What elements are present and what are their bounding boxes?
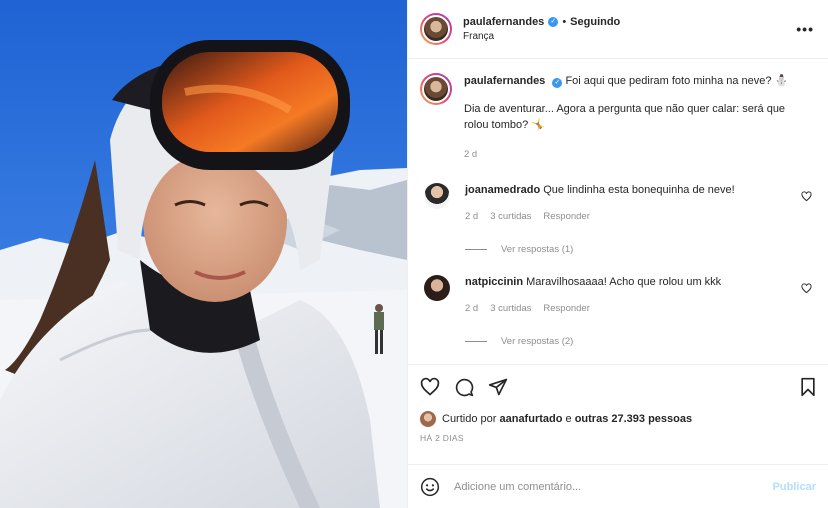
- liker-avatar[interactable]: [420, 411, 436, 427]
- view-replies-button[interactable]: Ver respostas (2): [465, 334, 812, 349]
- comments-list[interactable]: paulafernandes ✓ Foi aqui que pediram fo…: [408, 59, 828, 364]
- add-comment-bar: Publicar: [408, 464, 828, 508]
- likes-summary[interactable]: Curtido por aanafurtado e outras 27.393 …: [420, 411, 818, 427]
- liker-username[interactable]: aanafurtado: [499, 413, 562, 425]
- comment-like-heart-icon[interactable]: [801, 191, 812, 202]
- caption: paulafernandes ✓ Foi aqui que pediram fo…: [420, 73, 812, 163]
- posted-ago: HÁ 2 DIAS: [420, 433, 464, 443]
- comment-username[interactable]: joanamedrado: [465, 184, 540, 196]
- view-replies-label[interactable]: Ver respostas (1): [501, 242, 573, 257]
- commenter-avatar[interactable]: [424, 275, 450, 301]
- view-replies-button[interactable]: Ver respostas (1): [465, 242, 812, 257]
- view-replies-label[interactable]: Ver respostas (2): [501, 334, 573, 349]
- comment-time: 2 d: [465, 211, 479, 222]
- comment-bubble-icon[interactable]: [454, 377, 474, 397]
- post-header: paulafernandes ✓ • Seguindo França •••: [408, 0, 828, 59]
- comment-likes[interactable]: 3 curtidas: [490, 209, 531, 224]
- post-viewer: paulafernandes ✓ • Seguindo França ••• p…: [0, 0, 828, 508]
- post-location[interactable]: França: [463, 31, 796, 42]
- comment-username[interactable]: natpiccinin: [465, 276, 523, 288]
- caption-text-line2: Dia de aventurar... Agora a pergunta que…: [464, 103, 786, 131]
- author-avatar[interactable]: [420, 13, 452, 45]
- comment-likes[interactable]: 3 curtidas: [490, 301, 531, 316]
- author-username[interactable]: paulafernandes: [463, 16, 544, 28]
- share-send-icon[interactable]: [488, 377, 508, 397]
- follow-status-button[interactable]: Seguindo: [570, 16, 620, 28]
- comment-time: 2 d: [465, 303, 479, 314]
- likes-prefix: Curtido por: [442, 413, 497, 425]
- separator-dot: •: [562, 16, 567, 28]
- post-photo[interactable]: [0, 0, 407, 508]
- likes-others[interactable]: outras 27.393 pessoas: [575, 413, 692, 425]
- comment-text: Que lindinha esta bonequinha de neve!: [543, 184, 735, 196]
- commenter-avatar[interactable]: [424, 183, 450, 209]
- replies-line: [465, 249, 487, 250]
- post-details-panel: paulafernandes ✓ • Seguindo França ••• p…: [407, 0, 828, 508]
- reply-button[interactable]: Responder: [543, 301, 589, 316]
- comment-text: Maravilhosaaaa! Acho que rolou um kkk: [526, 276, 722, 288]
- replies-line: [465, 341, 487, 342]
- comment-like-heart-icon[interactable]: [801, 283, 812, 294]
- comment-item: joanamedrado Que lindinha esta bonequinh…: [420, 183, 812, 257]
- caption-username[interactable]: paulafernandes: [464, 75, 545, 87]
- emoji-smiley-icon[interactable]: [420, 477, 440, 497]
- caption-time: 2 d: [464, 149, 478, 160]
- more-options-icon[interactable]: •••: [796, 21, 814, 37]
- reply-button[interactable]: Responder: [543, 209, 589, 224]
- comment-input[interactable]: [454, 480, 773, 493]
- author-info: paulafernandes ✓ • Seguindo França: [463, 16, 796, 42]
- verified-badge-icon: ✓: [552, 78, 563, 88]
- like-heart-icon[interactable]: [420, 377, 440, 397]
- comment-item: natpiccinin Maravilhosaaaa! Acho que rol…: [420, 275, 812, 349]
- verified-badge-icon: ✓: [548, 17, 559, 27]
- likes-middle: e: [565, 413, 572, 425]
- caption-author-avatar[interactable]: [420, 73, 452, 105]
- post-actions: Curtido por aanafurtado e outras 27.393 …: [408, 364, 828, 464]
- save-bookmark-icon[interactable]: [798, 377, 818, 397]
- publish-button[interactable]: Publicar: [773, 481, 816, 493]
- caption-text-line1: Foi aqui que pediram foto minha na neve?…: [565, 75, 789, 87]
